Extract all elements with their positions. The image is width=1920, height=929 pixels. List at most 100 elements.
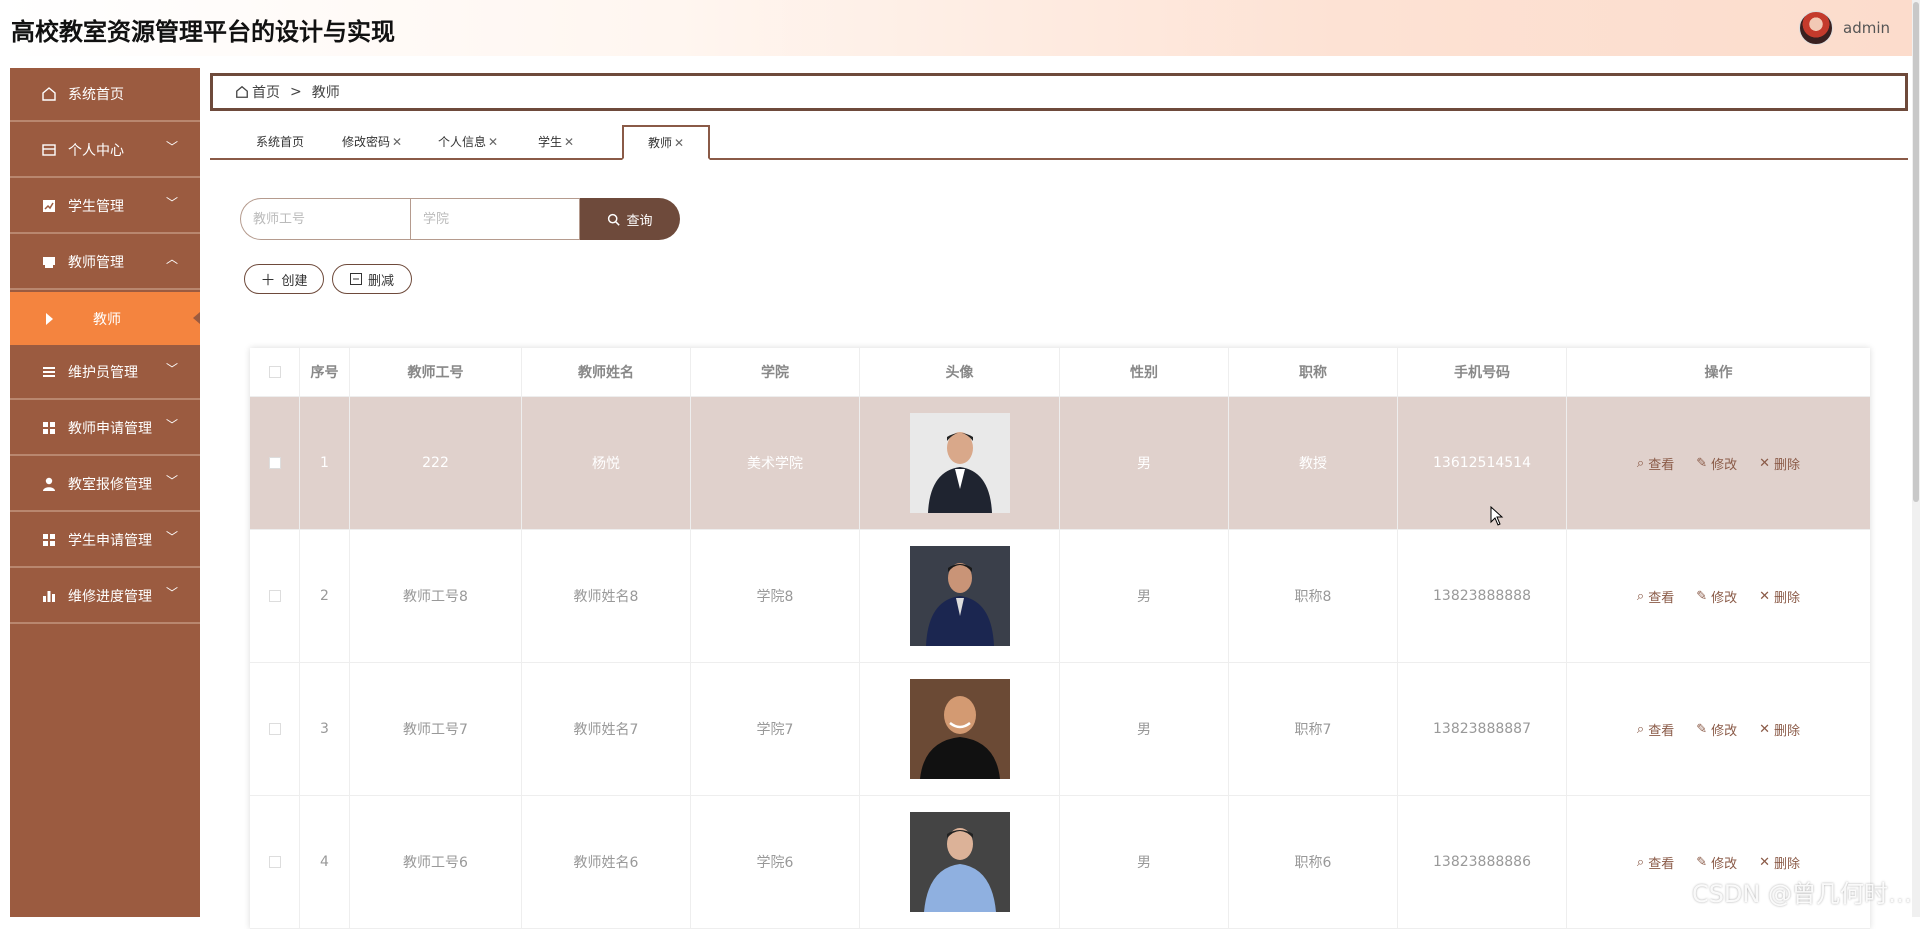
teacher-photo[interactable]: [909, 413, 1010, 513]
table-row[interactable]: 2 教师工号8 教师姓名8 学院8 男 职称8 13823888888 ⌕ 查看 …: [250, 530, 1870, 663]
list-icon: [40, 363, 58, 381]
teacher-id-cell: 222: [350, 397, 522, 529]
search-button[interactable]: 查询: [580, 198, 680, 240]
checkbox-cell: [250, 530, 300, 662]
scrollbar-thumb[interactable]: [1913, 2, 1919, 502]
edit-button[interactable]: ✎ 修改: [1696, 720, 1737, 739]
row-checkbox[interactable]: [268, 457, 281, 469]
title-cell: 职称8: [1229, 530, 1398, 662]
breadcrumb-home[interactable]: 首页: [252, 82, 280, 102]
header-cell: 教师姓名: [522, 348, 691, 396]
phone-cell: 13823888887: [1398, 663, 1567, 795]
sidebar-item-maintainers[interactable]: 维护员管理 ﹀: [10, 346, 200, 400]
select-all-checkbox[interactable]: [268, 366, 281, 378]
delete-button[interactable]: ✕ 删除: [1759, 853, 1800, 872]
search-icon: ⌕: [1636, 721, 1645, 737]
search-icon: ⌕: [1636, 854, 1645, 870]
teacher-photo[interactable]: [909, 679, 1010, 779]
teacher-photo[interactable]: [909, 812, 1010, 912]
view-button[interactable]: ⌕ 查看: [1637, 853, 1674, 872]
edit-button[interactable]: ✎ 修改: [1696, 853, 1737, 872]
header-cell: 性别: [1060, 348, 1229, 396]
close-icon[interactable]: ✕: [674, 136, 684, 150]
teacher-id-cell: 教师工号7: [350, 663, 522, 795]
tab-home[interactable]: 系统首页: [240, 125, 320, 158]
view-button[interactable]: ⌕ 查看: [1637, 720, 1674, 739]
table-row[interactable]: 4 教师工号6 教师姓名6 学院6 男 职称6 13823888886 ⌕ 查看 …: [250, 796, 1870, 929]
pencil-icon: ✎: [1696, 588, 1708, 604]
college-cell: 学院8: [691, 530, 860, 662]
title-cell: 职称7: [1229, 663, 1398, 795]
delete-button[interactable]: ✕ 删除: [1759, 454, 1800, 473]
card-icon: [40, 141, 58, 159]
tab-teachers[interactable]: 教师 ✕: [622, 125, 710, 160]
teacher-name-cell: 教师姓名6: [522, 796, 691, 928]
row-checkbox[interactable]: [268, 590, 281, 602]
delete-selected-button[interactable]: 删减: [332, 264, 412, 294]
tab-label: 个人信息: [437, 135, 486, 149]
view-button[interactable]: ⌕ 查看: [1637, 587, 1674, 606]
view-button[interactable]: ⌕ 查看: [1637, 454, 1674, 473]
teacher-photo[interactable]: [909, 546, 1010, 646]
teacher-name-cell: 教师姓名7: [522, 663, 691, 795]
search-icon: [608, 213, 621, 226]
chevron-down-icon: ﹀: [165, 530, 178, 544]
chevron-down-icon: ﹀: [165, 362, 178, 376]
username[interactable]: admin: [1843, 19, 1890, 37]
header-cell: 序号: [300, 348, 350, 396]
teacher-id-input[interactable]: [240, 198, 410, 240]
sidebar: 系统首页 个人中心 ﹀ 学生管理 ﹀ 教师管理 ︿ 教师 维护员管理 ﹀ 教师申…: [10, 68, 200, 917]
sidebar-item-label: 教师管理: [68, 255, 124, 271]
create-button-label: 创建: [281, 273, 308, 289]
view-label: 查看: [1648, 590, 1675, 606]
checkbox-cell: [250, 663, 300, 795]
edit-button[interactable]: ✎ 修改: [1696, 587, 1737, 606]
sidebar-item-students[interactable]: 学生管理 ﹀: [10, 180, 200, 234]
avatar[interactable]: [1799, 11, 1833, 45]
sidebar-item-teachers[interactable]: 教师管理 ︿: [10, 236, 200, 290]
sidebar-item-repair-progress[interactable]: 维修进度管理 ﹀: [10, 570, 200, 624]
tab-change-password[interactable]: 修改密码 ✕: [332, 125, 412, 158]
tab-students[interactable]: 学生 ✕: [526, 125, 586, 158]
search-button-label: 查询: [626, 213, 653, 229]
close-icon[interactable]: ✕: [564, 135, 574, 149]
table-row[interactable]: 3 教师工号7 教师姓名7 学院7 男 职称7 13823888887 ⌕ 查看 …: [250, 663, 1870, 796]
tab-label: 学生: [537, 135, 562, 149]
tab-profile[interactable]: 个人信息 ✕: [428, 125, 508, 158]
grid-icon: [40, 419, 58, 437]
header-cell: 职称: [1229, 348, 1398, 396]
home-icon[interactable]: [235, 85, 249, 99]
teacher-id-cell: 教师工号6: [350, 796, 522, 928]
minus-square-icon: [349, 273, 362, 285]
pencil-icon: ✎: [1696, 854, 1708, 870]
gender-cell: 男: [1060, 796, 1229, 928]
user-menu[interactable]: admin: [1799, 11, 1890, 45]
page-scrollbar[interactable]: [1912, 0, 1920, 917]
sidebar-item-label: 学生管理: [68, 199, 124, 215]
view-label: 查看: [1648, 856, 1675, 872]
sidebar-item-student-applications[interactable]: 学生申请管理 ﹀: [10, 514, 200, 568]
close-icon[interactable]: ✕: [392, 135, 402, 149]
delete-button[interactable]: ✕ 删除: [1759, 720, 1800, 739]
sidebar-subitem-teacher[interactable]: 教师: [10, 292, 200, 345]
header-cell: 头像: [860, 348, 1060, 396]
college-input[interactable]: [410, 198, 580, 240]
edit-button[interactable]: ✎ 修改: [1696, 454, 1737, 473]
create-button[interactable]: ＋ 创建: [244, 264, 324, 294]
delete-label: 删除: [1774, 590, 1801, 606]
chevron-down-icon: ﹀: [165, 474, 178, 488]
sidebar-item-repairs[interactable]: 教室报修管理 ﹀: [10, 458, 200, 512]
close-icon[interactable]: ✕: [488, 135, 498, 149]
row-checkbox[interactable]: [268, 856, 281, 868]
sidebar-item-teacher-applications[interactable]: 教师申请管理 ﹀: [10, 402, 200, 456]
header-cell: 教师工号: [350, 348, 522, 396]
sidebar-subitem-label: 教师: [93, 311, 121, 328]
sidebar-item-home[interactable]: 系统首页: [10, 68, 200, 122]
row-checkbox[interactable]: [268, 723, 281, 735]
delete-button[interactable]: ✕ 删除: [1759, 587, 1800, 606]
sidebar-item-personal[interactable]: 个人中心 ﹀: [10, 124, 200, 178]
plus-icon: ＋: [260, 270, 276, 289]
checkbox-cell: [250, 397, 300, 529]
teacher-name-cell: 杨悦: [522, 397, 691, 529]
table-row[interactable]: 1 222 杨悦 美术学院 男 教授 13612514514 ⌕ 查看 ✎ 修改 ✕…: [250, 397, 1870, 530]
